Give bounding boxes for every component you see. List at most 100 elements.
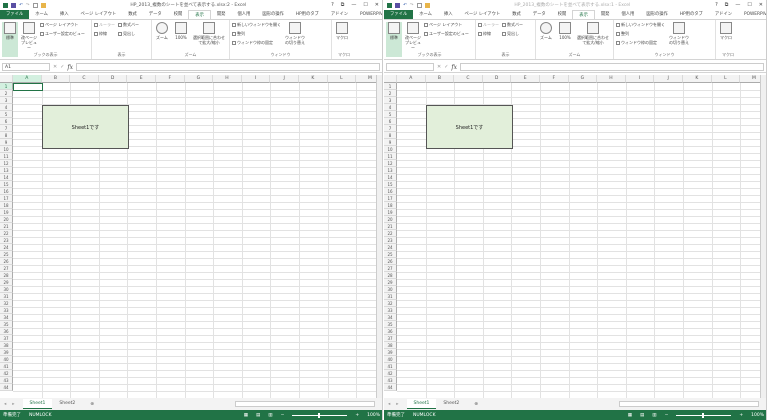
column-header[interactable]: F <box>540 75 569 83</box>
zoom-out-icon[interactable]: − <box>665 413 669 418</box>
row-header[interactable]: 36 <box>0 328 13 335</box>
row-header[interactable]: 1 <box>0 83 13 90</box>
column-header[interactable]: K <box>683 75 712 83</box>
zoom-in-icon[interactable]: + <box>739 413 743 418</box>
arrange-button[interactable]: 整列 <box>616 31 665 37</box>
window-control-button[interactable]: ⧉ <box>725 2 729 8</box>
row-header[interactable]: 34 <box>0 314 13 321</box>
new-window-button[interactable]: 新しいウィンドウを開く <box>232 22 281 28</box>
horizontal-scrollbar[interactable] <box>619 401 759 407</box>
row-header[interactable]: 6 <box>384 118 397 125</box>
row-header[interactable]: 41 <box>384 363 397 370</box>
page-layout-view-icon[interactable]: ▤ <box>640 413 644 418</box>
vertical-scrollbar[interactable] <box>760 75 766 398</box>
ribbon-tab[interactable]: 開発 <box>595 10 616 19</box>
arrange-button[interactable]: 整列 <box>232 31 281 37</box>
add-sheet-icon[interactable]: ⊕ <box>466 402 486 407</box>
zoom-level[interactable]: 100% <box>751 413 764 418</box>
row-header[interactable]: 9 <box>384 139 397 146</box>
redo-icon[interactable]: ↷ <box>26 3 30 8</box>
row-header[interactable]: 28 <box>0 272 13 279</box>
column-header[interactable]: E <box>511 75 540 83</box>
row-header[interactable]: 3 <box>384 97 397 104</box>
row-header[interactable]: 43 <box>384 377 397 384</box>
row-header[interactable]: 4 <box>384 104 397 111</box>
column-header[interactable]: G <box>184 75 214 83</box>
formula-bar-checkbox[interactable]: 数式バー <box>118 22 139 28</box>
ribbon-tab[interactable]: 数式 <box>122 10 143 19</box>
zoom-level[interactable]: 100% <box>367 413 380 418</box>
column-header[interactable]: C <box>454 75 483 83</box>
row-header[interactable]: 28 <box>384 272 397 279</box>
row-header[interactable]: 14 <box>384 174 397 181</box>
column-header[interactable]: B <box>425 75 455 83</box>
add-sheet-icon[interactable]: ⊕ <box>82 402 102 407</box>
headings-checkbox[interactable]: 見出し <box>502 31 523 37</box>
column-header[interactable]: A <box>13 75 42 83</box>
ribbon-tab[interactable]: 校閲 <box>552 10 573 19</box>
gridlines-checkbox[interactable]: 枠線 <box>478 31 499 37</box>
row-header[interactable]: 12 <box>384 160 397 167</box>
row-header[interactable]: 8 <box>0 132 13 139</box>
column-header[interactable]: G <box>568 75 598 83</box>
ribbon-tab[interactable]: ページ レイアウト <box>75 10 123 19</box>
row-header[interactable]: 19 <box>384 209 397 216</box>
column-header[interactable]: A <box>397 75 426 83</box>
row-header[interactable]: 24 <box>0 244 13 251</box>
name-box[interactable] <box>386 63 434 71</box>
row-header[interactable]: 23 <box>384 237 397 244</box>
row-header[interactable]: 1 <box>384 83 397 90</box>
column-header[interactable]: K <box>299 75 328 83</box>
page-break-view-icon[interactable]: ▥ <box>652 413 656 418</box>
row-header[interactable]: 25 <box>384 251 397 258</box>
formula-input[interactable] <box>460 63 764 71</box>
row-header[interactable]: 24 <box>384 244 397 251</box>
column-header[interactable]: F <box>156 75 185 83</box>
row-header[interactable]: 42 <box>384 370 397 377</box>
undo-icon[interactable]: ↶ <box>403 3 407 8</box>
row-header[interactable]: 31 <box>0 293 13 300</box>
zoom-slider-thumb[interactable] <box>702 412 705 418</box>
insert-function-icon[interactable]: fx <box>451 64 457 71</box>
row-header[interactable]: 17 <box>384 195 397 202</box>
column-header[interactable]: D <box>98 75 128 83</box>
zoom-slider[interactable] <box>676 412 732 418</box>
row-header[interactable]: 20 <box>0 216 13 223</box>
row-header[interactable]: 16 <box>384 188 397 195</box>
row-header[interactable]: 23 <box>0 237 13 244</box>
row-header[interactable]: 21 <box>384 223 397 230</box>
row-header[interactable]: 11 <box>384 153 397 160</box>
name-box[interactable]: A1 <box>2 63 50 71</box>
select-all-corner[interactable] <box>0 75 13 83</box>
column-header[interactable]: L <box>711 75 741 83</box>
ribbon-tab[interactable]: アドイン <box>325 10 354 19</box>
row-header[interactable]: 38 <box>0 342 13 349</box>
ribbon-tab[interactable]: アドイン <box>709 10 738 19</box>
scroll-left-icon[interactable]: ◂ <box>384 402 394 407</box>
scroll-right-icon[interactable]: ▸ <box>394 402 406 407</box>
page-break-view-icon[interactable]: ▥ <box>268 413 272 418</box>
row-header[interactable]: 10 <box>384 146 397 153</box>
row-header[interactable]: 31 <box>384 293 397 300</box>
cancel-icon[interactable]: ✕ <box>437 64 441 70</box>
gridlines-checkbox[interactable]: 枠線 <box>94 31 115 37</box>
row-header[interactable]: 20 <box>384 216 397 223</box>
sheet-tab[interactable]: Sheet1 <box>22 399 53 409</box>
ribbon-tab[interactable]: 挿入 <box>54 10 75 19</box>
worksheet-grid[interactable]: A B C D E F G H I J K L M 1 2 3 4 5 6 7 8 9 10 11 12 13 14 15 16 17 18… <box>384 75 766 398</box>
ribbon-tab[interactable]: POWERPIVOT <box>738 10 766 19</box>
column-header[interactable]: C <box>70 75 99 83</box>
row-header[interactable]: 26 <box>0 258 13 265</box>
sheet-tab[interactable]: Sheet2 <box>436 399 466 409</box>
row-header[interactable]: 35 <box>384 321 397 328</box>
ribbon-tab[interactable]: 数式 <box>506 10 527 19</box>
enter-icon[interactable]: ✓ <box>60 64 64 70</box>
undo-icon[interactable]: ↶ <box>19 3 23 8</box>
window-control-button[interactable]: ? <box>715 2 718 8</box>
row-header[interactable]: 40 <box>384 356 397 363</box>
row-header[interactable]: 7 <box>0 125 13 132</box>
row-header[interactable]: 16 <box>0 188 13 195</box>
row-header[interactable]: 39 <box>384 349 397 356</box>
column-header[interactable]: E <box>127 75 156 83</box>
sheet1-textbox[interactable]: Sheet1です <box>426 105 513 149</box>
